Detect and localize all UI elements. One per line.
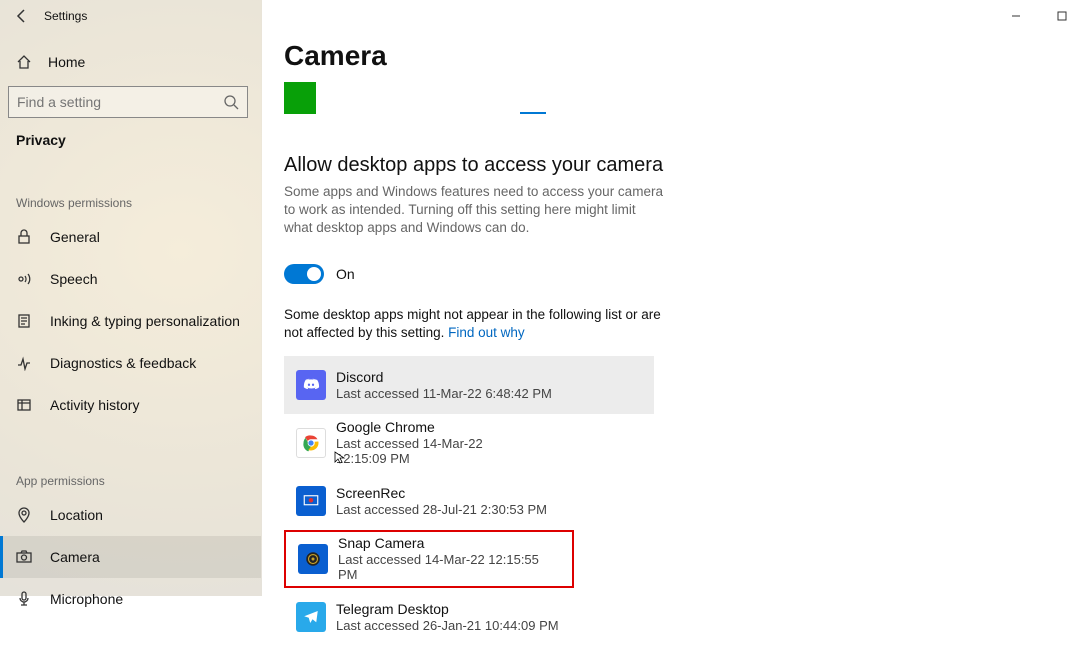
toggle-row: On [284,264,1085,284]
nav-list-windows-permissions: General Speech Inking & typing personali… [0,216,261,426]
discord-icon [296,370,326,400]
nav-item-camera[interactable]: Camera [0,536,261,578]
app-row-screenrec[interactable]: ScreenRec Last accessed 28-Jul-21 2:30:5… [284,472,654,530]
home-icon [16,54,34,70]
desktop-app-list: Discord Last accessed 11-Mar-22 6:48:42 … [284,356,654,646]
app-title: Settings [44,9,87,23]
section-description: Some apps and Windows features need to a… [284,183,664,238]
app-name: Snap Camera [338,535,560,552]
app-name: ScreenRec [336,485,547,502]
camera-access-toggle[interactable] [284,264,324,284]
nav-item-location[interactable]: Location [0,494,261,536]
cursor-icon [334,451,346,465]
location-icon [16,507,34,523]
app-name: Telegram Desktop [336,601,559,618]
nav-item-diagnostics[interactable]: Diagnostics & feedback [0,342,261,384]
history-icon [16,397,34,413]
arrow-left-icon [14,8,30,24]
minimize-button[interactable] [993,0,1039,32]
nav-item-inking[interactable]: Inking & typing personalization [0,300,261,342]
nav-item-label: Microphone [50,591,123,607]
toggle-label: On [336,266,355,282]
back-button[interactable] [0,0,44,32]
snap-camera-icon [298,544,328,574]
nav-item-label: Location [50,507,103,523]
maximize-button[interactable] [1039,0,1085,32]
nav-home-label: Home [48,54,85,70]
app-tile-icon [284,82,316,114]
section-header-windows-permissions: Windows permissions [0,196,261,210]
telegram-icon [296,602,326,632]
toggle-knob [307,267,321,281]
content-area: Camera Allow desktop apps to access your… [262,0,1085,596]
nav-item-speech[interactable]: Speech [0,258,261,300]
nav-item-general[interactable]: General [0,216,261,258]
window-buttons [993,0,1085,32]
app-name: Google Chrome [336,419,496,436]
nav-item-label: Speech [50,271,97,287]
search-box[interactable] [8,86,248,118]
inking-icon [16,313,34,329]
note-text: Some desktop apps might not appear in th… [284,306,664,342]
app-last-accessed: Last accessed 14-Mar-22 12:15:55 PM [338,552,560,583]
nav-list-app-permissions: Location Camera Microphone [0,494,261,620]
nav-item-label: Inking & typing personalization [50,313,240,329]
nav-item-microphone[interactable]: Microphone [0,578,261,620]
section-header-app-permissions: App permissions [0,474,261,488]
search-icon [223,94,239,110]
page-title: Camera [284,40,1085,72]
lock-icon [16,229,34,245]
search-input[interactable] [17,94,223,110]
app-name: Discord [336,369,552,386]
nav-home[interactable]: Home [0,44,261,80]
camera-icon [16,549,34,565]
category-heading: Privacy [0,118,261,148]
screenrec-icon [296,486,326,516]
sidebar: Settings Home Privacy Windows permission… [0,0,262,596]
nav-item-label: Diagnostics & feedback [50,355,196,371]
nav-item-label: General [50,229,100,245]
search-wrap [0,80,261,118]
app-row-telegram[interactable]: Telegram Desktop Last accessed 26-Jan-21… [284,588,654,646]
app-last-accessed: Last accessed 26-Jan-21 10:44:09 PM [336,618,559,634]
titlebar: Settings [0,0,261,32]
nav-item-activity-history[interactable]: Activity history [0,384,261,426]
section-title: Allow desktop apps to access your camera [284,154,1085,177]
app-last-accessed: Last accessed 11-Mar-22 6:48:42 PM [336,386,552,402]
app-last-accessed: Last accessed 28-Jul-21 2:30:53 PM [336,502,547,518]
app-row-chrome[interactable]: Google Chrome Last accessed 14-Mar-22 12… [284,414,654,472]
microphone-icon [16,591,34,607]
nav-item-label: Activity history [50,397,139,413]
chrome-icon [296,428,326,458]
app-last-accessed: Last accessed 14-Mar-22 12:15:09 PM [336,436,496,467]
speech-icon [16,271,34,287]
find-out-why-link[interactable]: Find out why [448,325,525,340]
app-row-discord[interactable]: Discord Last accessed 11-Mar-22 6:48:42 … [284,356,654,414]
nav-item-label: Camera [50,549,100,565]
app-row-snap-camera[interactable]: Snap Camera Last accessed 14-Mar-22 12:1… [284,530,574,588]
diagnostics-icon [16,355,34,371]
